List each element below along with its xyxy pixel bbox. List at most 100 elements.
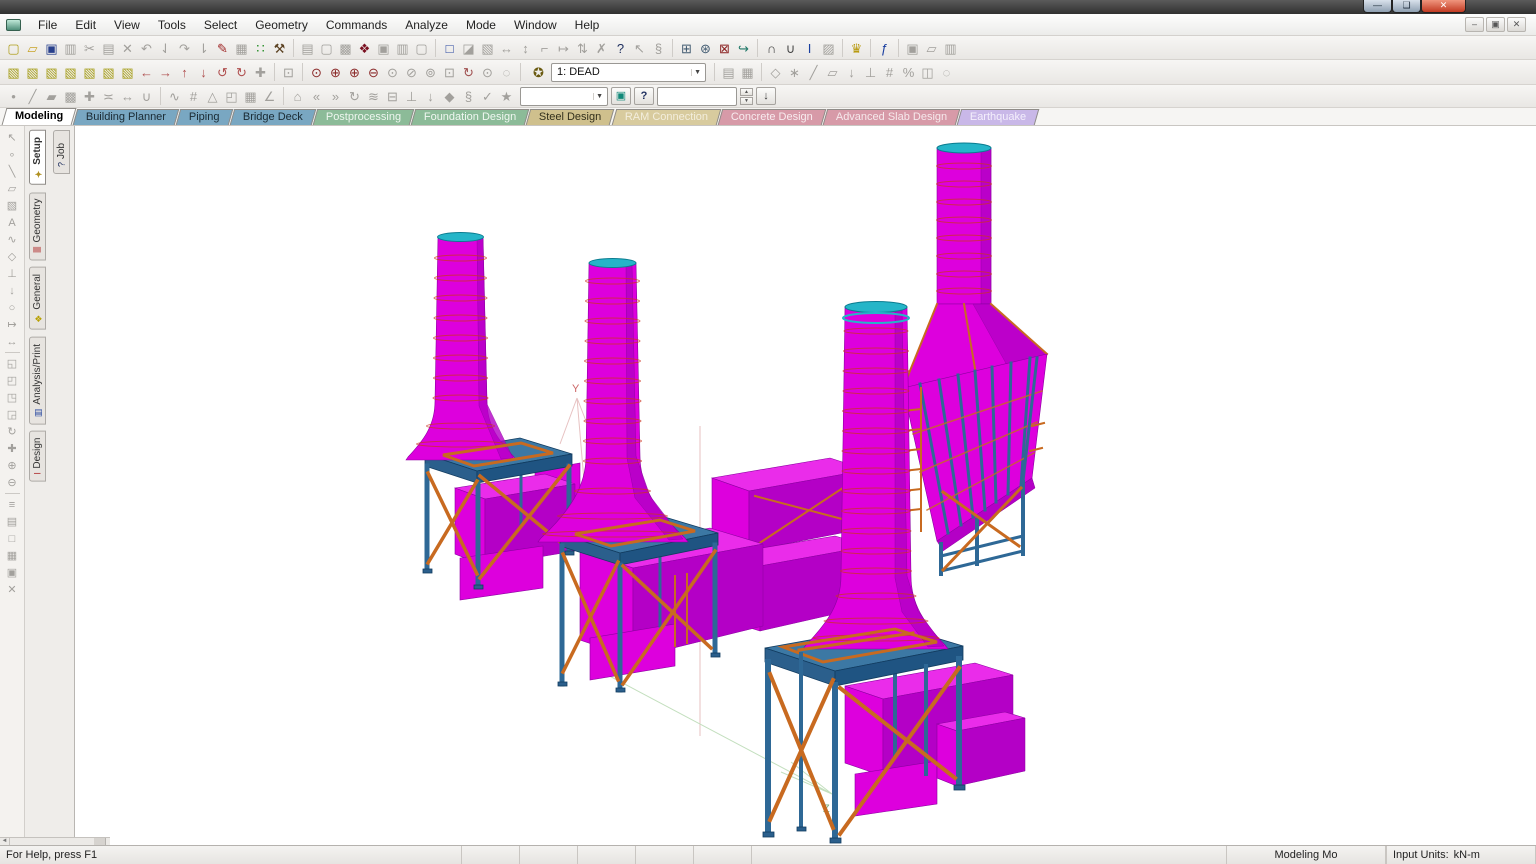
solids-cursor-icon[interactable]: ▧ [3,197,22,214]
check-model-icon[interactable]: ✓ [478,87,497,105]
rotate-down-icon[interactable]: ↓ [194,63,213,81]
input-editor-icon[interactable]: ✎ [213,39,232,57]
side-view-icon[interactable]: ◳ [3,389,22,406]
zoom-dynamic-icon[interactable]: ⊘ [402,63,421,81]
zoom-previous-icon[interactable]: ⊙ [383,63,402,81]
dimension-beam-icon[interactable]: ↔ [497,39,516,57]
node-query-icon[interactable]: △ [203,87,222,105]
structure-view-icon[interactable]: ◫ [918,63,937,81]
add-beam-icon[interactable]: ╱ [23,87,42,105]
menu-window[interactable]: Window [505,16,566,34]
redo-step-icon[interactable]: ⇂ [194,39,213,57]
function-tool-icon[interactable]: ƒ [875,39,894,57]
page-preview-icon[interactable]: ▢ [317,39,336,57]
menu-mode[interactable]: Mode [457,16,505,34]
paste-icon[interactable]: ▤ [99,39,118,57]
data-tables-icon[interactable]: ▦ [3,547,22,564]
pointer-query-icon[interactable]: ↖ [630,39,649,57]
scrollbar-thumb[interactable] [94,838,106,845]
minimize-button[interactable]: — [1363,0,1392,13]
load-page-icon[interactable]: ↓ [421,87,440,105]
edit-load-icon[interactable]: ▤ [719,63,738,81]
property-page-icon[interactable]: ⊟ [383,87,402,105]
text-cursor-icon[interactable]: A [3,214,22,231]
translational-repeat-icon[interactable]: ⊞ [677,39,696,57]
select-cursor-icon[interactable]: ↖ [3,129,22,146]
find-node-icon[interactable]: ⊙ [478,63,497,81]
redo-icon[interactable]: ↷ [175,39,194,57]
new-view-icon[interactable]: □ [440,39,459,57]
report-setup-icon[interactable]: ❖ [355,39,374,57]
page-tab-general[interactable]: ❖General [29,267,46,330]
context-help-button[interactable]: ? [634,87,654,105]
hammer-tool-icon[interactable]: ⚒ [270,39,289,57]
front-view-icon[interactable]: ◱ [3,355,22,372]
iso-view-icon[interactable]: ◲ [3,406,22,423]
supports-cursor-icon[interactable]: ⊥ [3,265,22,282]
merge-beams-icon[interactable]: ∪ [137,87,156,105]
definition-page-icon[interactable]: § [459,87,478,105]
rear-stack-and-esp-unit[interactable] [903,143,1047,574]
scroll-left-icon[interactable]: ◄ [0,838,10,845]
chimney-1-assembly[interactable] [406,233,575,601]
nodes-cursor-icon[interactable]: ∘ [3,146,22,163]
view-left-icon[interactable]: ▧ [80,63,99,81]
load-case-select[interactable]: 1: DEAD ▼ [551,63,706,82]
view-isometric-icon[interactable]: ▧ [118,63,137,81]
stretch-beam-icon[interactable]: ↔ [118,87,137,105]
menu-tools[interactable]: Tools [149,16,195,34]
connect-beams-icon[interactable]: ≍ [99,87,118,105]
highlight-icon[interactable]: ★ [497,87,516,105]
view-back-icon[interactable]: ▧ [23,63,42,81]
tab-steel-design[interactable]: Steel Design [526,109,615,125]
child-minimize-button[interactable]: – [1465,17,1484,32]
section-cursor-icon[interactable]: ∿ [3,231,22,248]
spec-page-icon[interactable]: ≋ [364,87,383,105]
remove-dimension-icon[interactable]: ⇅ [573,39,592,57]
support-page-icon[interactable]: ⊥ [402,87,421,105]
loads-cursor-icon[interactable]: ↓ [3,282,22,299]
delete-icon[interactable]: ✕ [118,39,137,57]
grid-toggle-icon[interactable]: # [880,63,899,81]
zoom-out-view-icon[interactable]: ⊖ [3,474,22,491]
zoom-selected-icon[interactable]: ⊚ [421,63,440,81]
ibeam-section-icon[interactable]: I [800,39,819,57]
open-view-icon[interactable]: ▱ [922,39,941,57]
page-tab-job[interactable]: ?Job [53,130,70,174]
vault-tool-icon[interactable]: ∪ [781,39,800,57]
structure-list-icon[interactable]: ▤ [3,513,22,530]
symbols-icon[interactable]: ◇ [766,63,785,81]
tables-icon[interactable]: ▦ [241,87,260,105]
plate-tool-icon[interactable]: ▨ [819,39,838,57]
tab-piping[interactable]: Piping [176,109,233,125]
snap-grid-icon[interactable]: ∷ [251,39,270,57]
import-data-button[interactable]: ↓ [756,87,776,105]
save-view-icon[interactable]: ▣ [903,39,922,57]
display-options-icon[interactable]: ⌐ [535,39,554,57]
tab-concrete-design[interactable]: Concrete Design [718,109,827,125]
page-tab-design[interactable]: IDesign [29,431,46,482]
help-icon[interactable]: ? [611,39,630,57]
rotate-view-icon[interactable]: ↻ [3,423,22,440]
value-stepper[interactable]: ▲▼ [740,88,753,105]
structure-wizard-icon[interactable]: ⌂ [288,87,307,105]
view-bottom-icon[interactable]: ▧ [61,63,80,81]
child-close-button[interactable]: ✕ [1507,17,1526,32]
properties-panel-icon[interactable]: ▣ [3,564,22,581]
menu-help[interactable]: Help [566,16,609,34]
open-file-icon[interactable]: ▱ [23,39,42,57]
rotate-left-icon[interactable]: ← [137,63,156,81]
page-tab-analysis-print[interactable]: ▤Analysis/Print [29,337,46,425]
plates-cursor-icon[interactable]: ▱ [3,180,22,197]
axes-toggle-icon[interactable]: ⊥ [861,63,880,81]
stamp-button[interactable]: ▣ [611,87,631,105]
duplicate-view-icon[interactable]: ▧ [478,39,497,57]
print-icon[interactable]: ▥ [393,39,412,57]
plate-labels-icon[interactable]: ▱ [823,63,842,81]
zoom-out-icon[interactable]: ⊖ [364,63,383,81]
circular-repeat-icon[interactable]: ⊛ [696,39,715,57]
pan-window-icon[interactable]: ◌ [497,63,516,81]
orient-beam-icon[interactable]: ↻ [345,87,364,105]
model-viewport[interactable]: Y Z [75,126,1536,845]
cut-icon[interactable]: ✂ [80,39,99,57]
